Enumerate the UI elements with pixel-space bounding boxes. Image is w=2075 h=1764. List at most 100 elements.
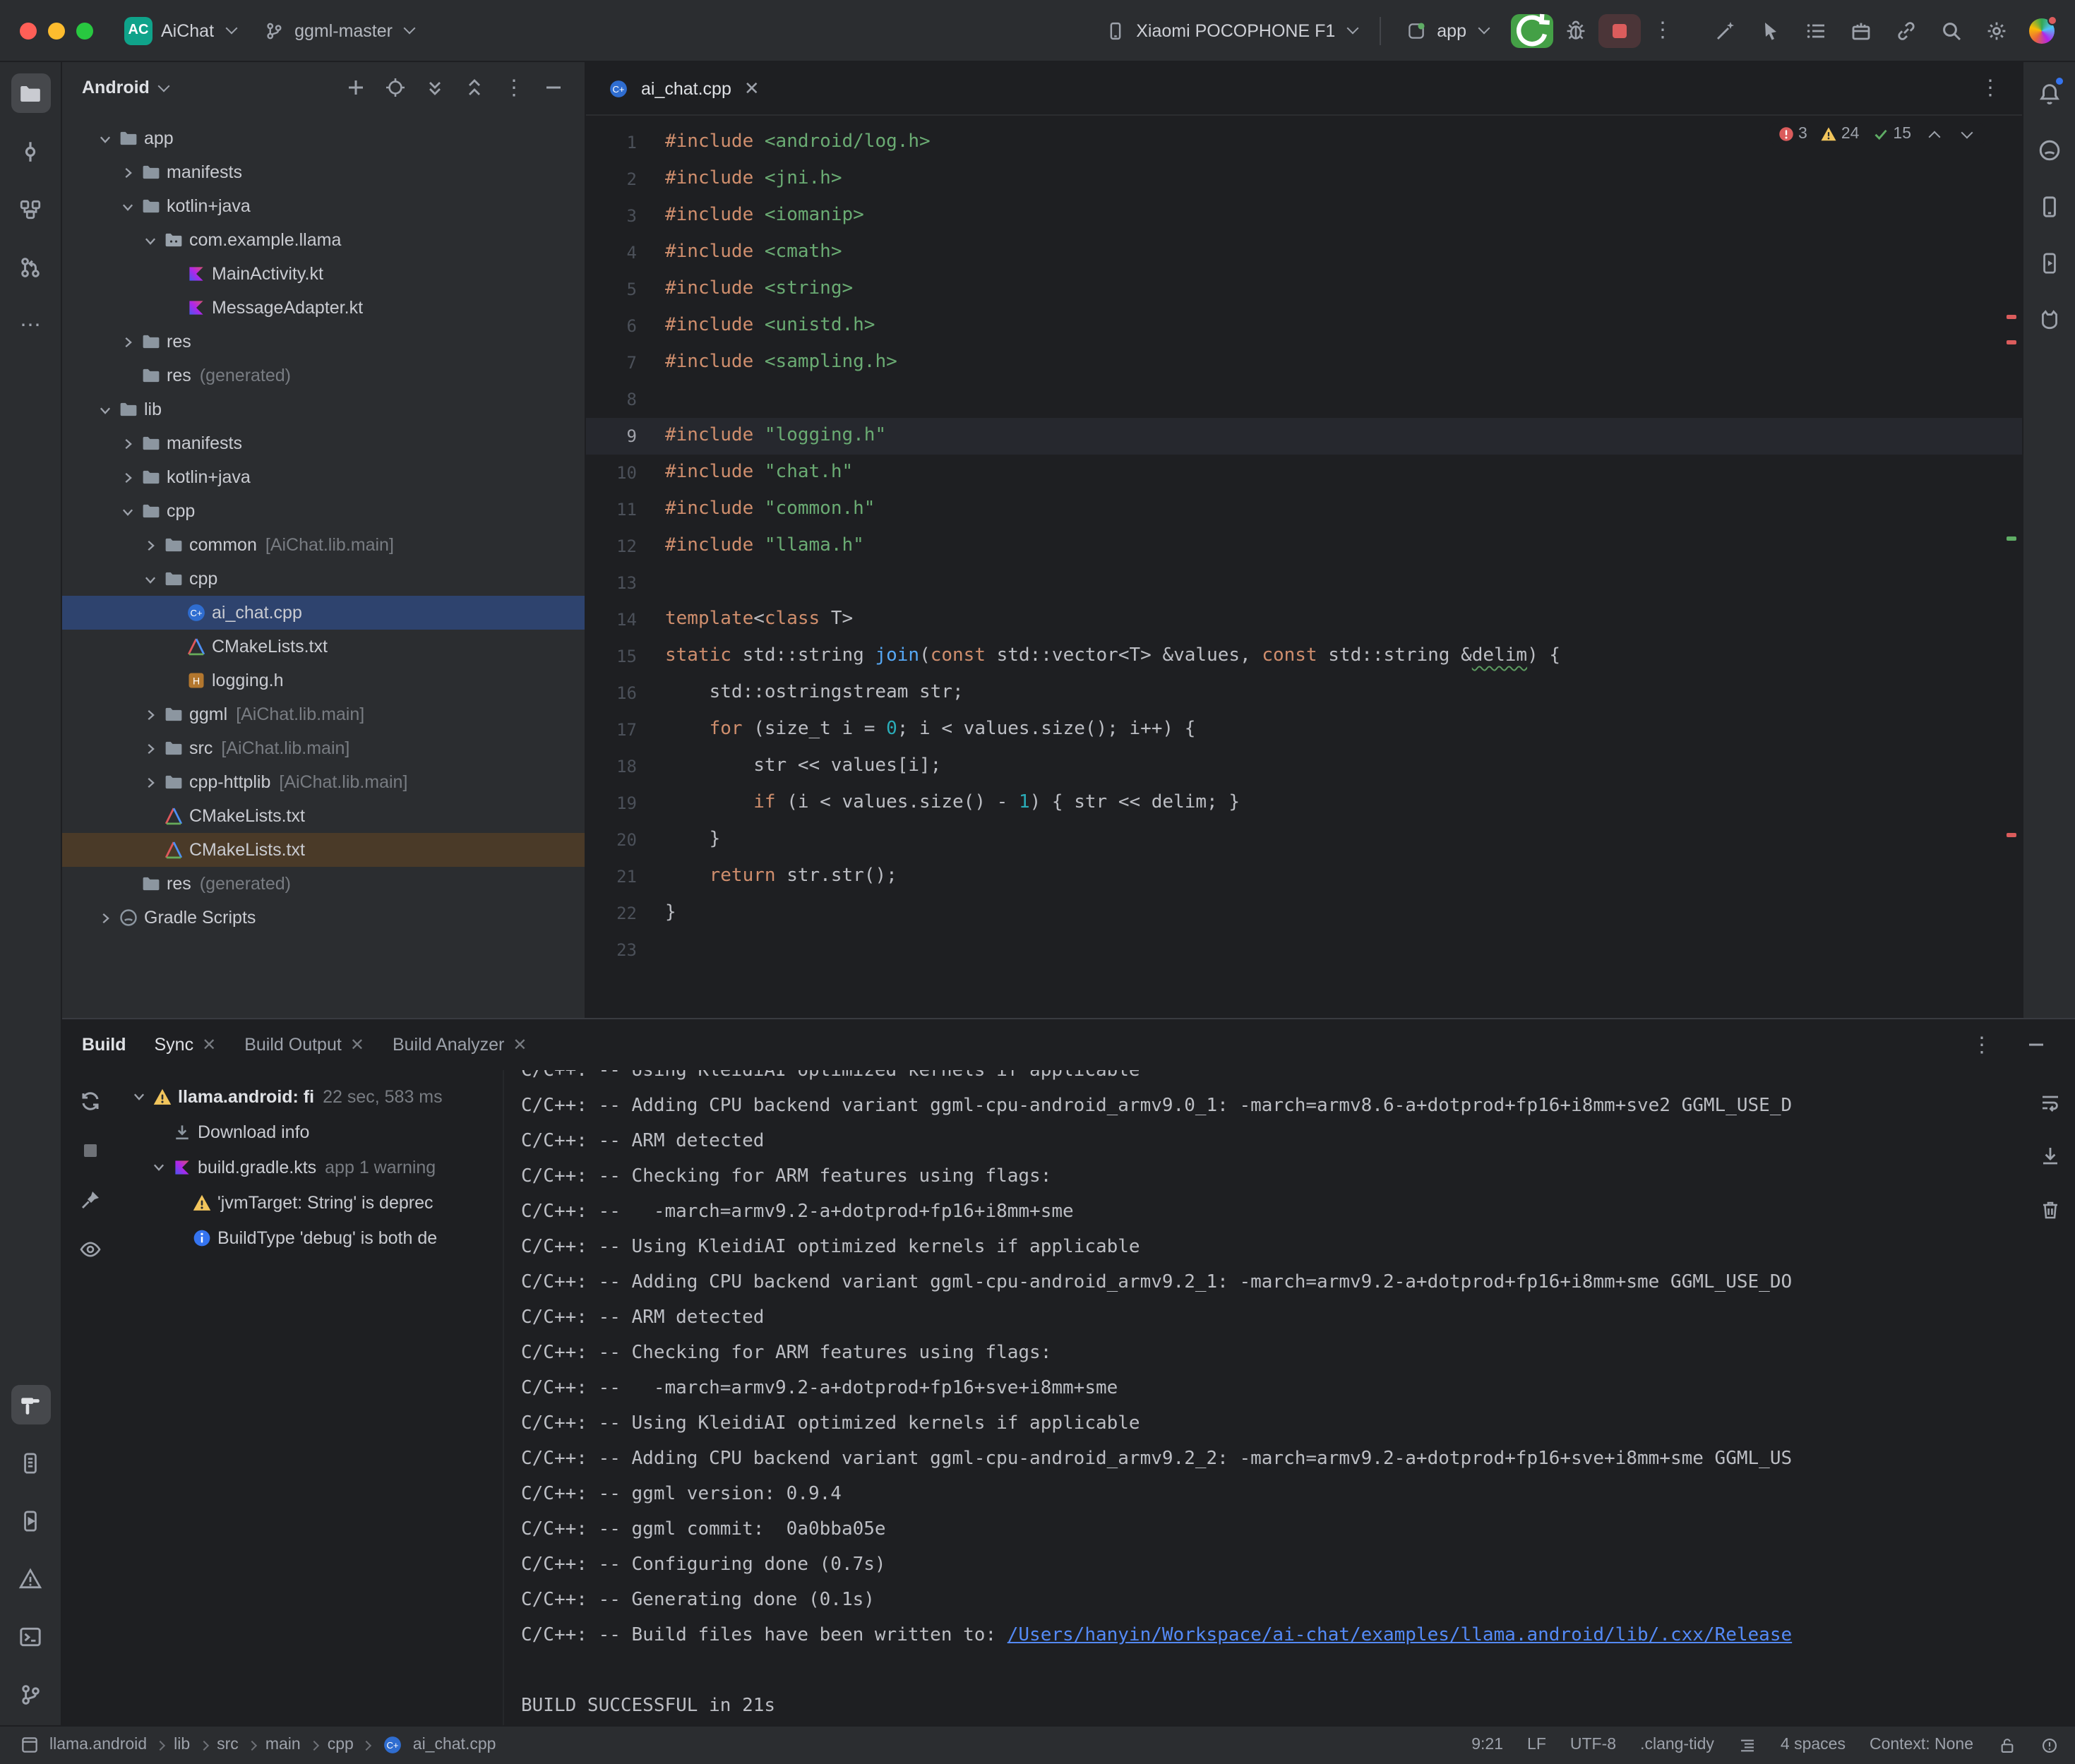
- code-line-9[interactable]: 9#include "logging.h": [586, 418, 2021, 455]
- debug-button[interactable]: [1555, 12, 1595, 49]
- settings-gear-icon[interactable]: [1976, 12, 2016, 49]
- tree-chevron-icon[interactable]: [127, 1085, 150, 1108]
- warning-count[interactable]: 24: [1820, 126, 1860, 143]
- project-tree-item-cmakelists-txt[interactable]: CMakeLists.txt: [62, 833, 585, 867]
- running-devices-tool-icon[interactable]: [2029, 243, 2069, 282]
- tree-chevron-icon[interactable]: [93, 398, 116, 421]
- navigate-cursor-icon[interactable]: [1750, 12, 1790, 49]
- device-explorer-tool-icon[interactable]: [11, 1443, 50, 1482]
- clang-tidy-status[interactable]: .clang-tidy: [1640, 1737, 1714, 1754]
- build-tree-item-download-info[interactable]: Download info: [119, 1114, 503, 1149]
- stop-build-icon[interactable]: [73, 1134, 107, 1168]
- error-count[interactable]: 3: [1777, 126, 1807, 143]
- problems-tool-icon[interactable]: [11, 1559, 50, 1598]
- project-tree-item-cpp[interactable]: cpp: [62, 494, 585, 528]
- breadcrumb-main[interactable]: main: [265, 1737, 301, 1754]
- project-view-selector[interactable]: Android: [82, 78, 150, 97]
- project-tree-item-res[interactable]: res(generated): [62, 359, 585, 392]
- zoom-window-button[interactable]: [76, 22, 93, 39]
- code-line-6[interactable]: 6#include <unistd.h>: [586, 308, 2021, 344]
- lock-open-icon[interactable]: [1997, 1736, 2016, 1755]
- error-stripe-mark[interactable]: [2006, 833, 2016, 837]
- breadcrumb-llama-android[interactable]: llama.android: [17, 1734, 147, 1757]
- code-area[interactable]: 3 24 15: [586, 116, 2021, 1018]
- ide-status-icon[interactable]: [2040, 1736, 2058, 1755]
- code-line-2[interactable]: 2#include <jni.h>: [586, 161, 2021, 198]
- project-tree-item-lib[interactable]: lib: [62, 392, 585, 426]
- structure-tool-icon[interactable]: [11, 189, 50, 229]
- close-tab-icon[interactable]: ✕: [744, 77, 760, 100]
- tree-chevron-icon[interactable]: [147, 1156, 169, 1178]
- build-tree-item-buildtype-debug-is-both-de[interactable]: BuildType 'debug' is both de: [119, 1220, 503, 1255]
- tree-chevron-icon[interactable]: [116, 466, 138, 488]
- tree-chevron-icon[interactable]: [138, 737, 161, 760]
- editor-tab-ai-chat-cpp[interactable]: C+ ai_chat.cpp ✕: [586, 62, 779, 114]
- change-stripe-mark[interactable]: [2006, 536, 2016, 541]
- share-link-icon[interactable]: [1886, 12, 1925, 49]
- expand-all-button[interactable]: [418, 71, 452, 104]
- project-tree-item-ggml[interactable]: ggml[AiChat.lib.main]: [62, 697, 585, 731]
- code-line-19[interactable]: 19 if (i < values.size() - 1) { str << d…: [586, 785, 2021, 822]
- tree-chevron-icon[interactable]: [138, 534, 161, 556]
- build-tree-item-llama-android-fi[interactable]: llama.android: fi22 sec, 583 ms: [119, 1079, 503, 1114]
- soft-wrap-icon[interactable]: [2030, 1084, 2069, 1121]
- project-tree-item-cmakelists-txt[interactable]: CMakeLists.txt: [62, 799, 585, 833]
- tree-chevron-icon[interactable]: [138, 771, 161, 793]
- code-line-20[interactable]: 20 }: [586, 822, 2021, 858]
- error-stripe-mark[interactable]: [2006, 340, 2016, 344]
- code-line-18[interactable]: 18 str << values[i];: [586, 748, 2021, 785]
- build-tool-icon[interactable]: [11, 1385, 50, 1424]
- console-file-link[interactable]: /Users/hanyin/Workspace/ai-chat/examples…: [1007, 1625, 1792, 1646]
- build-panel-options-button[interactable]: ⋮: [1962, 1026, 2002, 1063]
- project-tree-item-com-example-llama[interactable]: com.example.llama: [62, 223, 585, 257]
- tree-chevron-icon[interactable]: [116, 195, 138, 217]
- project-tree-item-messageadapter-kt[interactable]: MessageAdapter.kt: [62, 291, 585, 325]
- project-tree-item-logging-h[interactable]: Hlogging.h: [62, 664, 585, 697]
- tree-chevron-icon[interactable]: [138, 229, 161, 251]
- hide-panel-button[interactable]: [537, 71, 570, 104]
- tree-chevron-icon[interactable]: [116, 330, 138, 353]
- code-line-12[interactable]: 12#include "llama.h": [586, 528, 2021, 565]
- code-line-8[interactable]: 8: [586, 381, 2021, 418]
- code-line-17[interactable]: 17 for (size_t i = 0; i < values.size();…: [586, 712, 2021, 748]
- project-tree-item-kotlin-java[interactable]: kotlin+java: [62, 460, 585, 494]
- locate-open-file-button[interactable]: [378, 71, 412, 104]
- project-tree-item-ai-chat-cpp[interactable]: C+ai_chat.cpp: [62, 596, 585, 630]
- tree-chevron-icon[interactable]: [93, 127, 116, 150]
- pull-requests-tool-icon[interactable]: [11, 247, 50, 287]
- close-window-button[interactable]: [20, 22, 37, 39]
- stop-button[interactable]: [1598, 13, 1640, 47]
- code-line-10[interactable]: 10#include "chat.h": [586, 455, 2021, 491]
- code-line-23[interactable]: 23: [586, 932, 2021, 968]
- tree-chevron-icon[interactable]: [138, 568, 161, 590]
- hide-build-panel-button[interactable]: [2016, 1026, 2055, 1063]
- device-manager-tool-icon[interactable]: [2029, 186, 2069, 226]
- project-tree-item-manifests[interactable]: manifests: [62, 426, 585, 460]
- collapse-all-button[interactable]: [458, 71, 491, 104]
- panel-options-button[interactable]: ⋮: [497, 71, 531, 104]
- build-tab-build-analyzer[interactable]: Build Analyzer✕: [393, 1035, 527, 1055]
- breadcrumb-src[interactable]: src: [217, 1737, 239, 1754]
- logcat-tool-icon[interactable]: [2029, 299, 2069, 339]
- project-tree-item-mainactivity-kt[interactable]: MainActivity.kt: [62, 257, 585, 291]
- project-tree-item-cpp-httplib[interactable]: cpp-httplib[AiChat.lib.main]: [62, 765, 585, 799]
- build-window-title[interactable]: Build: [82, 1035, 126, 1055]
- profile-avatar[interactable]: [2021, 12, 2061, 49]
- rerun-button[interactable]: [1510, 13, 1553, 47]
- project-tool-icon[interactable]: [11, 73, 50, 113]
- tree-chevron-icon[interactable]: [116, 161, 138, 184]
- project-tree-item-common[interactable]: common[AiChat.lib.main]: [62, 528, 585, 562]
- plugins-icon[interactable]: [1841, 12, 1880, 49]
- line-separator[interactable]: LF: [1527, 1737, 1546, 1754]
- file-encoding[interactable]: UTF-8: [1570, 1737, 1616, 1754]
- tree-chevron-icon[interactable]: [116, 500, 138, 522]
- minimize-window-button[interactable]: [48, 22, 65, 39]
- code-line-4[interactable]: 4#include <cmath>: [586, 234, 2021, 271]
- ai-assistant-icon[interactable]: [1705, 12, 1745, 49]
- code-line-14[interactable]: 14template<class T>: [586, 601, 2021, 638]
- clear-console-icon[interactable]: [2030, 1192, 2069, 1228]
- code-line-13[interactable]: 13: [586, 565, 2021, 601]
- close-tab-icon[interactable]: ✕: [202, 1035, 216, 1055]
- emulator-tool-icon[interactable]: [11, 1501, 50, 1540]
- error-stripe-mark[interactable]: [2006, 315, 2016, 319]
